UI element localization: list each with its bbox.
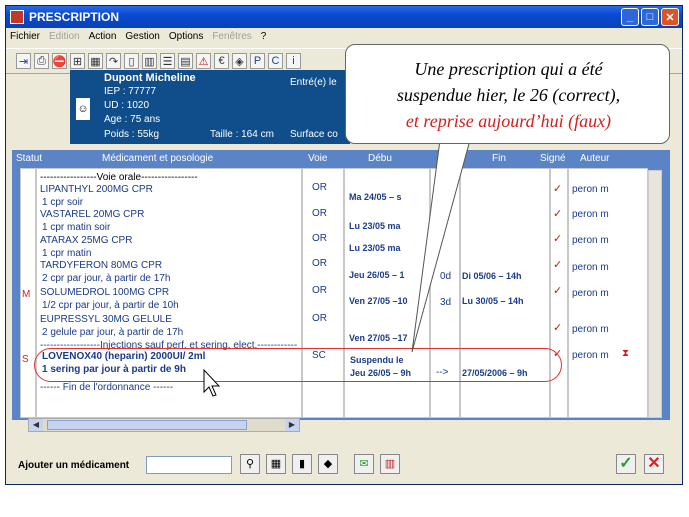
mouse-cursor-icon	[203, 368, 221, 397]
